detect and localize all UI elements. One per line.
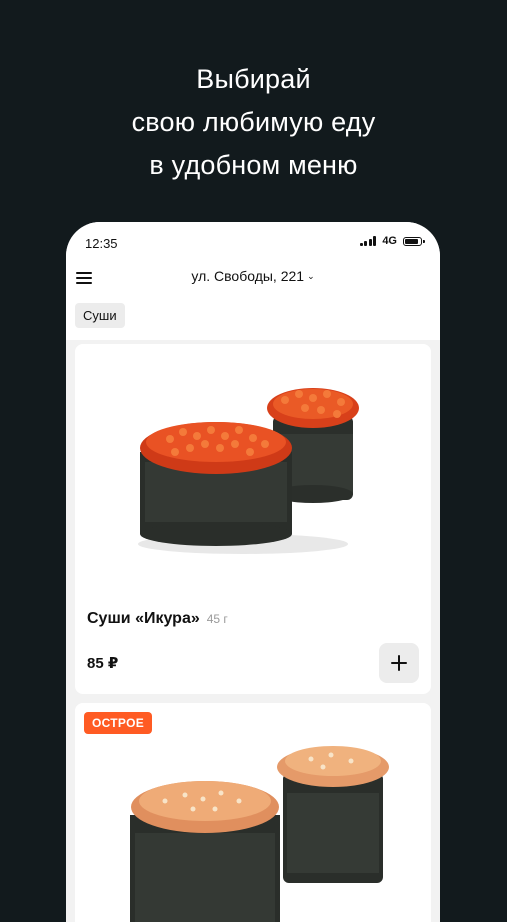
product-image (75, 703, 431, 922)
plus-icon[interactable] (379, 643, 419, 683)
network-label: 4G (382, 235, 397, 247)
address-selector[interactable]: ул. Свободы, 221 ⌄ (66, 268, 440, 284)
promo-line-2: свою любимую еду (131, 107, 376, 137)
battery-icon (403, 236, 425, 246)
product-price: 85 ₽ (87, 655, 119, 672)
signal-icon (359, 236, 377, 246)
product-name: Суши «Икура» 45 г (87, 610, 228, 628)
phone-screen: 12:35 4G ул. Свободы, 221 ⌄ Суши Суши «И… (66, 222, 440, 922)
product-card[interactable]: Суши «Икура» 45 г 85 ₽ (75, 344, 431, 694)
category-tab-sushi[interactable]: Суши (75, 303, 125, 328)
chevron-down-icon: ⌄ (307, 271, 315, 281)
status-time: 12:35 (85, 236, 118, 251)
status-indicators: 4G (359, 235, 425, 247)
status-bar: 12:35 4G (66, 222, 440, 266)
product-card[interactable]: ОСТРОЕ (75, 703, 431, 922)
product-title: Суши «Икура» (87, 610, 200, 627)
promo-line-3: в удобном меню (149, 150, 358, 180)
product-image (75, 344, 431, 584)
promo-headline: Выбирай свою любимую еду в удобном меню (0, 58, 507, 187)
spicy-badge: ОСТРОЕ (84, 712, 153, 734)
product-weight: 45 г (206, 612, 228, 626)
app-header: ул. Свободы, 221 ⌄ Суши (66, 266, 440, 340)
address-label: ул. Свободы, 221 (191, 268, 305, 284)
promo-line-1: Выбирай (196, 64, 311, 94)
